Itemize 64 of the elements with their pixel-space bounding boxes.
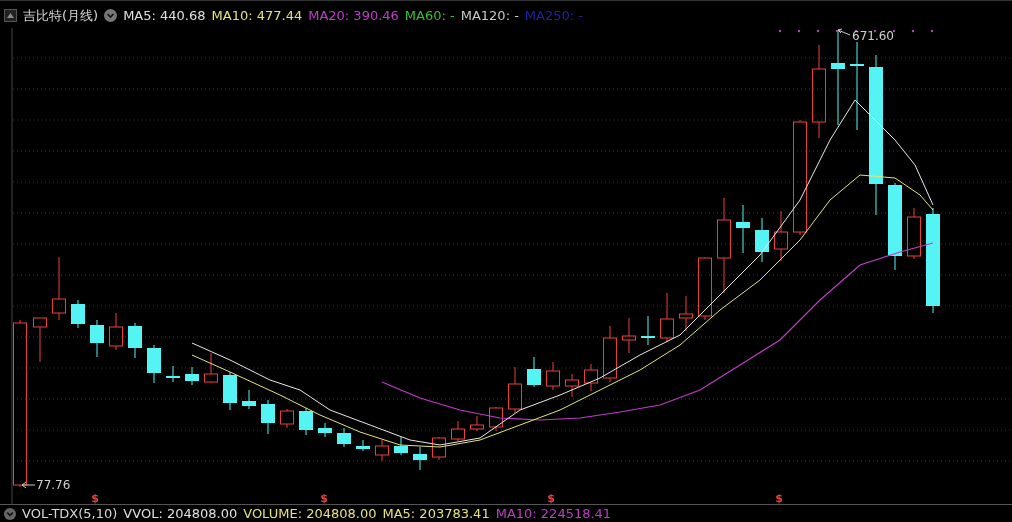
candlestick <box>527 356 541 388</box>
dividend-marker: $ <box>547 492 555 504</box>
candlestick <box>584 363 598 392</box>
candlestick <box>622 317 636 354</box>
dividend-marker: $ <box>320 492 328 504</box>
high-price-label: 671.60 <box>852 29 894 43</box>
chart-title: 吉比特(月线) <box>23 6 99 25</box>
candlestick <box>109 312 123 351</box>
candlestick <box>546 361 560 391</box>
candlestick <box>907 207 921 260</box>
candlestick <box>242 389 256 410</box>
candlestick <box>489 406 503 432</box>
dropdown-icon[interactable] <box>4 507 16 520</box>
indicator-label: MA5: 440.68 <box>123 8 206 23</box>
indicator-label: VOLUME: 204808.00 <box>243 506 377 521</box>
indicator-label: MA60: - <box>404 8 455 23</box>
candlestick <box>565 373 579 398</box>
candlestick <box>318 422 332 438</box>
candlestick <box>413 446 427 471</box>
candlestick <box>261 399 275 435</box>
candlestick <box>147 344 161 384</box>
dividend-marker: $ <box>91 492 99 504</box>
candlestick <box>603 325 617 383</box>
candlestick <box>337 427 351 448</box>
candlestick <box>451 420 465 442</box>
candlestick <box>185 366 199 386</box>
candlestick <box>280 408 294 429</box>
candlestick <box>660 292 674 343</box>
candlestick <box>641 315 655 346</box>
indicator-label: MA20: 390.46 <box>308 8 399 23</box>
candlestick <box>755 217 769 263</box>
volume-indicator-title: VOL-TDX(5,10) <box>22 506 118 521</box>
indicator-label: MA10: 224518.41 <box>495 506 612 521</box>
candlestick <box>432 436 446 461</box>
candlestick <box>71 299 85 329</box>
candlestick <box>204 352 218 384</box>
candlestick <box>508 366 522 414</box>
triangle-up-icon <box>7 13 14 18</box>
candlestick <box>736 204 750 254</box>
candlestick <box>166 365 180 383</box>
dropdown-icon[interactable] <box>104 9 118 22</box>
candlestick <box>33 317 47 363</box>
dividend-marker: $ <box>775 492 783 504</box>
candlestick <box>375 439 389 462</box>
candlestick <box>679 295 693 332</box>
collapse-button[interactable] <box>4 9 17 22</box>
indicator-label: MA120: - <box>460 8 519 23</box>
candlestick <box>299 407 313 436</box>
candlestick <box>470 415 484 432</box>
low-price-label: 77.76 <box>36 478 71 492</box>
candlestick <box>128 322 142 359</box>
indicator-label: MA250: - <box>524 8 583 23</box>
candlestick <box>698 256 712 321</box>
candlestick <box>356 439 370 452</box>
indicator-label: VVOL: 204808.00 <box>123 506 238 521</box>
candlestick <box>774 210 788 262</box>
indicator-label: MA10: 477.44 <box>211 8 303 23</box>
indicator-label: MA5: 203783.41 <box>382 506 490 521</box>
candlestick <box>52 256 66 321</box>
candlestick <box>223 371 237 411</box>
leader-line <box>837 28 851 36</box>
candlestick <box>90 319 104 358</box>
candlestick <box>394 436 408 456</box>
leader-line <box>21 481 36 489</box>
